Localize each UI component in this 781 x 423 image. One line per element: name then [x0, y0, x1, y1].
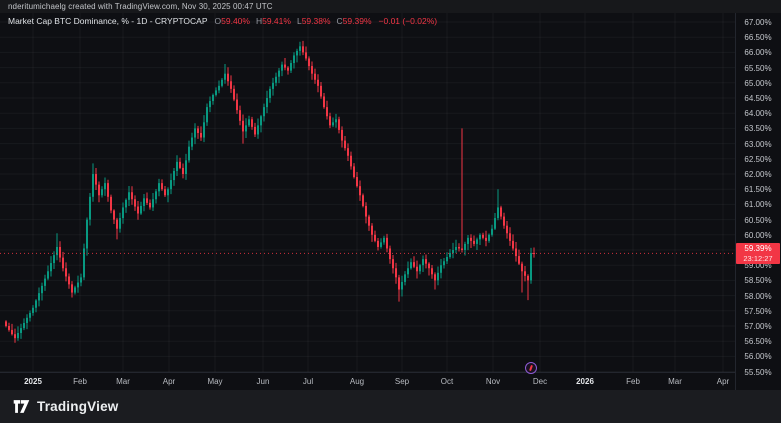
- price-tick-label: 57.50%: [735, 307, 781, 316]
- price-tick-label: 65.00%: [735, 79, 781, 88]
- time-tick-label: Apr: [717, 377, 729, 386]
- last-price-value: 59.39%: [736, 244, 780, 254]
- price-tick-label: 60.00%: [735, 231, 781, 240]
- ohlc-item: L59.38%: [297, 16, 331, 26]
- price-tick-label: 58.00%: [735, 292, 781, 301]
- price-tick-label: 64.50%: [735, 94, 781, 103]
- price-tick-label: 65.50%: [735, 64, 781, 73]
- time-tick-label: May: [207, 377, 222, 386]
- time-tick-label: Mar: [116, 377, 130, 386]
- brand-name: TradingView: [37, 399, 118, 414]
- time-scale[interactable]: 2025 Feb Mar Apr May Jun Jul Aug Sep Oct Nov Dec 202…: [0, 373, 735, 390]
- change-value: −0.01 (−0.02%): [379, 16, 438, 26]
- time-tick-label: Sep: [395, 377, 409, 386]
- price-tick-label: 62.50%: [735, 155, 781, 164]
- price-tick-label: 57.00%: [735, 322, 781, 331]
- candlestick-chart[interactable]: [0, 0, 781, 423]
- price-tick-label: 63.00%: [735, 140, 781, 149]
- price-tick-label: 61.00%: [735, 200, 781, 209]
- price-tick-label: 56.50%: [735, 337, 781, 346]
- time-tick-label: Oct: [441, 377, 453, 386]
- event-marker-icon[interactable]: [525, 362, 537, 374]
- price-tick-label: 66.50%: [735, 33, 781, 42]
- price-tick-label: 66.00%: [735, 48, 781, 57]
- price-tick-label: 56.00%: [735, 352, 781, 361]
- price-tick-label: 60.50%: [735, 216, 781, 225]
- price-scale[interactable]: 67.00% 66.50% 66.00% 65.50% 65.00% 64.50% 64.0…: [735, 13, 781, 390]
- price-tick-label: 63.50%: [735, 124, 781, 133]
- time-tick-label: Feb: [626, 377, 640, 386]
- price-tick-label: 67.00%: [735, 18, 781, 27]
- price-tick-label: 61.50%: [735, 185, 781, 194]
- time-tick-label: Nov: [486, 377, 500, 386]
- time-tick-label: Dec: [533, 377, 547, 386]
- symbol-legend[interactable]: Market Cap BTC Dominance, % - 1D - CRYPT…: [8, 16, 437, 26]
- time-tick-label: 2026: [576, 377, 594, 386]
- bar-close-countdown: 23:12:27: [736, 254, 780, 263]
- time-tick-label: Mar: [668, 377, 682, 386]
- last-price-label: 59.39% 23:12:27: [736, 243, 780, 264]
- time-tick-label: 2025: [24, 377, 42, 386]
- price-tick-label: 64.00%: [735, 109, 781, 118]
- ohlc-values: O59.40% H59.41% L59.38% C59.39%: [215, 16, 372, 26]
- tradingview-snapshot: nderitumichaelg created with TradingView…: [0, 0, 781, 423]
- symbol-title[interactable]: Market Cap BTC Dominance, % - 1D - CRYPT…: [8, 16, 208, 26]
- time-tick-label: Aug: [350, 377, 364, 386]
- price-tick-label: 55.50%: [735, 368, 781, 377]
- price-tick-label: 58.50%: [735, 276, 781, 285]
- ohlc-item: H59.41%: [256, 16, 291, 26]
- tradingview-logo-icon[interactable]: [13, 399, 30, 414]
- time-tick-label: Feb: [73, 377, 87, 386]
- time-tick-label: Jun: [257, 377, 270, 386]
- ohlc-item: C59.39%: [337, 16, 372, 26]
- footer-bar: TradingView: [0, 390, 781, 423]
- price-tick-label: 62.00%: [735, 170, 781, 179]
- ohlc-item: O59.40%: [215, 16, 250, 26]
- bolt-icon: [529, 365, 533, 371]
- time-tick-label: Apr: [163, 377, 175, 386]
- time-tick-label: Jul: [303, 377, 313, 386]
